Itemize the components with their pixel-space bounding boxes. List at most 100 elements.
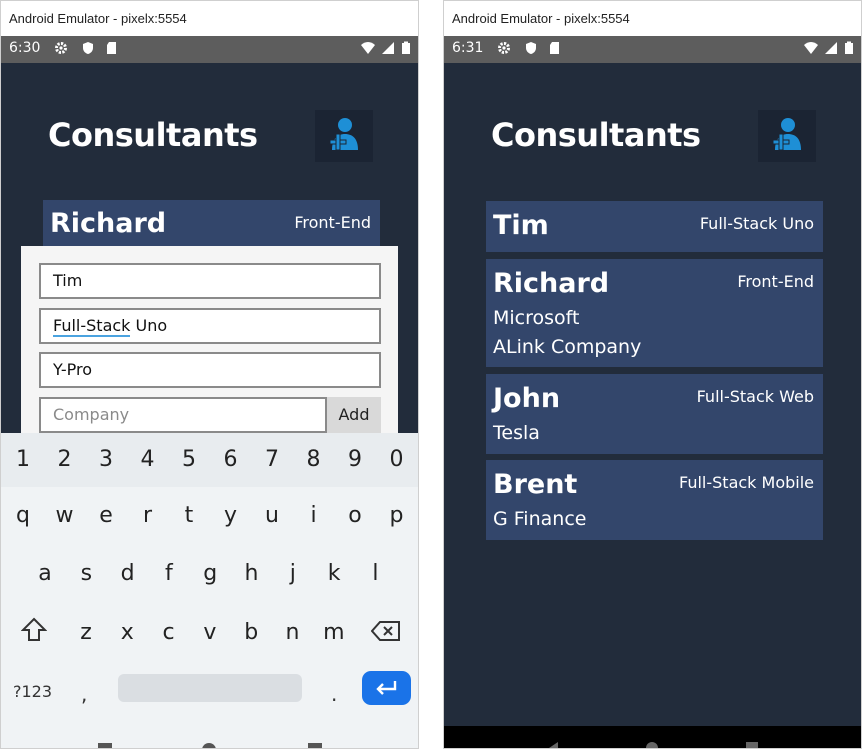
consultant-card[interactable]: Richard Front-End Microsoft ALink Company <box>486 259 823 367</box>
key[interactable]: 4 <box>133 447 163 472</box>
key[interactable]: m <box>319 620 349 645</box>
consultant-card[interactable]: Tim Full-Stack Uno <box>486 201 823 252</box>
key[interactable]: 5 <box>174 447 204 472</box>
sd-card-icon <box>548 41 562 55</box>
key[interactable]: 2 <box>50 447 80 472</box>
key[interactable]: w <box>50 503 80 528</box>
company-input[interactable]: Company <box>39 397 327 433</box>
key[interactable]: f <box>154 561 184 586</box>
device-screen: 6:30 Consultants Richard Front-End Tim F… <box>1 36 418 748</box>
gear-icon <box>54 41 68 55</box>
symbols-key[interactable]: ?123 <box>13 682 52 701</box>
backspace-key[interactable] <box>370 620 401 642</box>
enter-key[interactable] <box>362 671 411 705</box>
key[interactable]: 9 <box>340 447 370 472</box>
wifi-icon <box>361 41 375 55</box>
status-bar: 6:31 <box>444 36 861 63</box>
sd-card-icon <box>105 41 119 55</box>
key[interactable]: i <box>299 503 329 528</box>
window-title: Android Emulator - pixelx:5554 <box>1 1 418 36</box>
key[interactable]: b <box>236 620 266 645</box>
key[interactable]: c <box>154 620 184 645</box>
key[interactable]: k <box>319 561 349 586</box>
gear-icon <box>497 41 511 55</box>
key[interactable]: l <box>360 561 390 586</box>
consultant-name: Richard <box>50 208 167 239</box>
key[interactable]: 6 <box>216 447 246 472</box>
name-input[interactable]: Tim <box>39 263 381 299</box>
role-input-rest: Uno <box>130 316 168 335</box>
key[interactable]: g <box>195 561 225 586</box>
add-company-button[interactable]: Add <box>327 397 381 433</box>
key[interactable]: s <box>71 561 101 586</box>
key[interactable]: 7 <box>257 447 287 472</box>
key[interactable]: a <box>30 561 60 586</box>
enter-icon <box>376 681 397 695</box>
role-input[interactable]: Full-Stack Uno <box>39 308 381 344</box>
shift-key[interactable] <box>20 617 48 643</box>
consultant-company: G Finance <box>493 508 587 530</box>
soft-keyboard: 1234567890 qwertyuiop asdfghjkl zxcvbnm … <box>1 433 418 748</box>
comma-key[interactable]: , <box>81 682 87 706</box>
status-time: 6:30 <box>9 40 41 56</box>
space-key[interactable] <box>118 674 302 702</box>
status-time: 6:31 <box>452 40 484 56</box>
wifi-icon <box>804 41 818 55</box>
recents-nav-icon[interactable] <box>744 740 760 748</box>
emulator-window-left: Android Emulator - pixelx:5554 6:30 Cons… <box>0 0 419 749</box>
key[interactable]: t <box>174 503 204 528</box>
page-title: Consultants <box>48 116 258 154</box>
consultant-role: Full-Stack Web <box>696 387 814 406</box>
page-title: Consultants <box>491 116 701 154</box>
consultant-company: Microsoft <box>493 307 580 329</box>
shield-icon <box>524 41 538 55</box>
consultant-name: Richard <box>493 268 610 299</box>
battery-icon <box>844 41 854 55</box>
consultant-role: Front-End <box>294 213 371 232</box>
signal-icon <box>824 41 838 55</box>
window-title: Android Emulator - pixelx:5554 <box>444 1 861 36</box>
add-person-icon <box>329 118 358 151</box>
key[interactable]: x <box>112 620 142 645</box>
home-nav-icon[interactable] <box>644 740 660 748</box>
backspace-icon <box>370 621 400 641</box>
role-input-word: Full-Stack <box>53 316 131 337</box>
consultant-card[interactable]: Richard Front-End <box>43 200 380 250</box>
key[interactable]: d <box>113 561 143 586</box>
shift-icon <box>20 617 48 641</box>
navigation-bar <box>444 726 861 748</box>
skill-input[interactable]: Y-Pro <box>39 352 381 388</box>
key[interactable]: y <box>216 503 246 528</box>
key[interactable]: q <box>8 503 38 528</box>
key[interactable]: 8 <box>299 447 329 472</box>
add-consultant-button[interactable] <box>758 110 816 162</box>
key[interactable]: p <box>382 503 412 528</box>
key[interactable]: 0 <box>382 447 412 472</box>
key[interactable]: o <box>340 503 370 528</box>
consultant-role: Full-Stack Mobile <box>679 473 814 492</box>
home-nav-icon[interactable] <box>201 742 217 748</box>
key[interactable]: v <box>195 620 225 645</box>
key[interactable]: n <box>278 620 308 645</box>
consultant-name: Brent <box>493 469 578 500</box>
consultant-card[interactable]: Brent Full-Stack Mobile G Finance <box>486 460 823 540</box>
consultant-card[interactable]: John Full-Stack Web Tesla <box>486 374 823 454</box>
back-nav-icon[interactable] <box>546 740 562 748</box>
key[interactable]: e <box>91 503 121 528</box>
status-bar: 6:30 <box>1 36 418 63</box>
consultant-role: Full-Stack Uno <box>699 214 814 233</box>
key[interactable]: h <box>237 561 267 586</box>
battery-icon <box>401 41 411 55</box>
add-consultant-button[interactable] <box>315 110 373 162</box>
navigation-bar <box>1 726 418 748</box>
key[interactable]: 3 <box>91 447 121 472</box>
key[interactable]: r <box>133 503 163 528</box>
key[interactable]: u <box>257 503 287 528</box>
period-key[interactable]: . <box>331 682 337 706</box>
key[interactable]: z <box>71 620 101 645</box>
device-screen: 6:31 Consultants Tim Full-Stack Uno Rich… <box>444 36 861 748</box>
key[interactable]: 1 <box>8 447 38 472</box>
recents-nav-icon[interactable] <box>97 742 113 748</box>
key[interactable]: j <box>278 561 308 586</box>
back-nav-icon[interactable] <box>307 742 323 748</box>
